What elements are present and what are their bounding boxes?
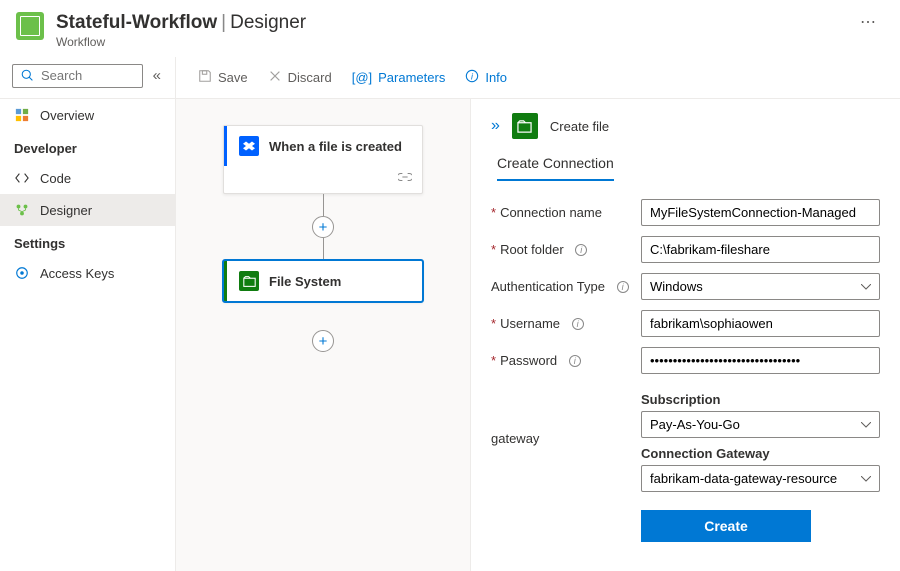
access-keys-icon: [14, 265, 30, 281]
search-input-wrap[interactable]: [12, 64, 143, 88]
nav-group-developer: Developer: [0, 131, 175, 162]
designer-canvas[interactable]: When a file is created + File System +: [176, 99, 470, 571]
info-button[interactable]: i Info: [457, 65, 515, 90]
username-input[interactable]: [641, 310, 880, 337]
page-title: Stateful-Workflow|Designer: [56, 12, 840, 34]
nav-group-settings: Settings: [0, 226, 175, 257]
tab-create-connection[interactable]: Create Connection: [497, 155, 614, 181]
page-subtitle: Workflow: [56, 35, 840, 49]
info-icon: i: [465, 69, 479, 86]
nav-overview[interactable]: Overview: [0, 99, 175, 131]
title-sub: Designer: [230, 12, 306, 33]
page-header: Stateful-Workflow|Designer Workflow ⋯: [0, 0, 900, 57]
info-icon[interactable]: i: [572, 318, 584, 330]
overview-icon: [14, 107, 30, 123]
parameters-label: Parameters: [378, 70, 445, 85]
header-title-wrap: Stateful-Workflow|Designer Workflow: [56, 12, 840, 49]
info-icon[interactable]: i: [575, 244, 587, 256]
discard-label: Discard: [288, 70, 332, 85]
more-button[interactable]: ⋯: [852, 12, 884, 32]
create-button[interactable]: Create: [641, 510, 811, 542]
collapse-sidebar-button[interactable]: «: [149, 63, 165, 88]
link-icon: [398, 170, 412, 185]
auth-type-select[interactable]: Windows: [641, 273, 880, 300]
sidebar: « Overview Developer Code Designer Setti…: [0, 57, 176, 571]
svg-text:i: i: [471, 72, 474, 82]
search-input[interactable]: [41, 68, 136, 83]
nav-code[interactable]: Code: [0, 162, 175, 194]
nav-code-label: Code: [40, 171, 71, 186]
collapse-panel-button[interactable]: »: [491, 117, 500, 135]
nav-access-keys-label: Access Keys: [40, 266, 114, 281]
action-node[interactable]: File System: [223, 260, 423, 302]
info-icon[interactable]: i: [617, 281, 629, 293]
save-button[interactable]: Save: [190, 65, 256, 90]
lbl-user: Username: [500, 316, 560, 331]
nav-designer[interactable]: Designer: [0, 194, 175, 226]
nav-access-keys[interactable]: Access Keys: [0, 257, 175, 289]
info-icon[interactable]: i: [569, 355, 581, 367]
info-label: Info: [485, 70, 507, 85]
lbl-conn-gateway: Connection Gateway: [641, 446, 880, 461]
add-step-button[interactable]: +: [312, 330, 334, 352]
connection-gateway-select[interactable]: fabrikam-data-gateway-resource: [641, 465, 880, 492]
parameters-icon: [@]: [352, 70, 372, 85]
panel-title: Create file: [550, 119, 609, 134]
search-icon: [19, 68, 35, 84]
lbl-root: Root folder: [500, 242, 564, 257]
workflow-icon: [16, 12, 44, 40]
title-main: Stateful-Workflow: [56, 12, 217, 33]
code-icon: [14, 170, 30, 186]
filesystem-icon: [512, 113, 538, 139]
password-input[interactable]: [641, 347, 880, 374]
connection-name-input[interactable]: [641, 199, 880, 226]
filesystem-icon: [239, 271, 259, 291]
nav-designer-label: Designer: [40, 203, 92, 218]
discard-icon: [268, 69, 282, 86]
toolbar: Save Discard [@] Parameters i Info: [176, 57, 900, 99]
parameters-button[interactable]: [@] Parameters: [344, 66, 454, 89]
lbl-auth: Authentication Type: [491, 279, 605, 294]
connector-line: [323, 238, 324, 260]
details-panel: » Create file Create Connection *Connect…: [470, 99, 900, 571]
action-label: File System: [269, 274, 341, 289]
trigger-node[interactable]: When a file is created: [223, 125, 423, 194]
add-step-button[interactable]: +: [312, 216, 334, 238]
lbl-subscription: Subscription: [641, 392, 880, 407]
trigger-label: When a file is created: [269, 139, 402, 154]
discard-button[interactable]: Discard: [260, 65, 340, 90]
connector-line: [323, 194, 324, 216]
lbl-pw: Password: [500, 353, 557, 368]
lbl-conn-name: Connection name: [500, 205, 602, 220]
nav-overview-label: Overview: [40, 108, 94, 123]
save-label: Save: [218, 70, 248, 85]
root-folder-input[interactable]: [641, 236, 880, 263]
dropbox-icon: [239, 136, 259, 156]
subscription-select[interactable]: Pay-As-You-Go: [641, 411, 880, 438]
lbl-gateway: gateway: [491, 431, 539, 446]
save-icon: [198, 69, 212, 86]
designer-icon: [14, 202, 30, 218]
